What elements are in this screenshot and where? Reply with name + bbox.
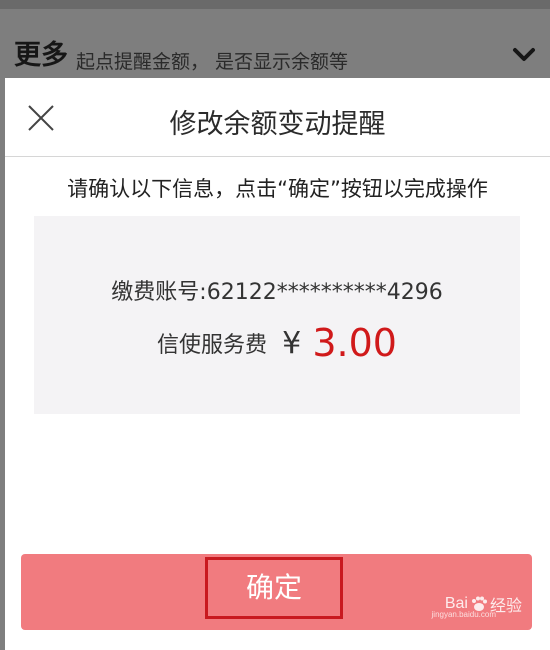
account-label: 缴费账号: [111,280,207,305]
more-subtitle: 起点提醒金额， 是否显示余额等 [76,51,349,73]
baidu-watermark: Bai 经验 jingyan.baidu.com [432,592,522,619]
chevron-down-icon[interactable] [512,47,536,63]
fee-label: 信使服务费 [157,333,268,358]
confirm-button[interactable]: 确定 Bai 经验 jingyan.baidu.com [21,554,532,630]
balance-alert-dialog: 修改余额变动提醒 请确认以下信息，点击“确定”按钮以完成操作 缴费账号:6212… [5,78,550,650]
dialog-header: 修改余额变动提醒 [5,78,550,157]
watermark-url: jingyan.baidu.com [431,610,496,619]
account-line: 缴费账号:62122**********4296 [34,274,520,306]
more-title: 更多 [14,40,68,71]
more-settings-row[interactable]: 更多 起点提醒金额， 是否显示余额等 [0,0,550,78]
info-panel: 缴费账号:62122**********4296 信使服务费 ¥ 3.00 [34,216,520,414]
confirm-button-label[interactable]: 确定 [205,557,343,619]
fee-amount: 3.00 [312,321,397,365]
fee-line: 信使服务费 ¥ 3.00 [34,321,520,365]
currency-symbol: ¥ [282,325,302,361]
account-number: 62122**********4296 [206,280,443,305]
instructions-text: 请确认以下信息，点击“确定”按钮以完成操作 [67,177,488,201]
dialog-title: 修改余额变动提醒 [169,109,386,140]
